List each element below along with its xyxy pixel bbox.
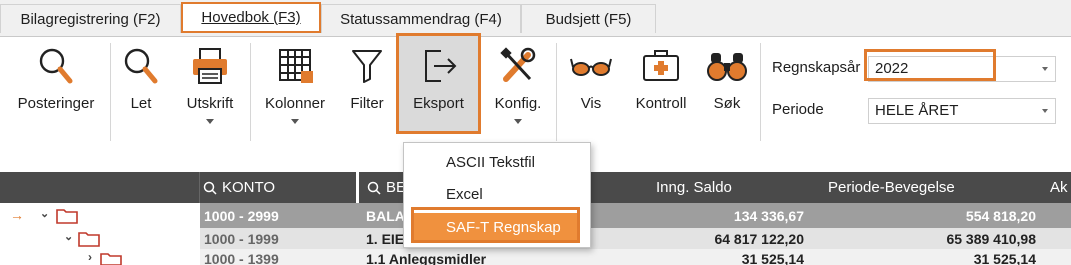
inng-saldo-cell: 31 525,14 [741, 251, 804, 265]
chevron-down-icon[interactable] [1042, 109, 1048, 113]
sok-button[interactable]: Søk [702, 37, 752, 137]
folder-icon [56, 209, 78, 224]
grid-header-tree [0, 172, 200, 203]
toolbar-separator [250, 43, 251, 141]
filter-funnel-icon [352, 50, 382, 83]
filter-button[interactable]: Filter [342, 37, 392, 137]
grid-header-periode-bevegelse[interactable]: Periode-Bevegelse [828, 172, 955, 203]
kontroll-label: Kontroll [635, 95, 687, 112]
chevron-down-icon[interactable]: ⌄ [64, 230, 73, 243]
magnifier-icon [39, 48, 73, 84]
binoculars-icon [707, 53, 747, 81]
chevron-down-icon [291, 119, 299, 124]
row-background [200, 228, 1071, 249]
chevron-down-icon[interactable] [1042, 67, 1048, 71]
vis-button[interactable]: Vis [562, 37, 620, 137]
eksport-label: Eksport [413, 95, 464, 112]
name-cell: 1.1 Anleggsmidler [366, 251, 487, 265]
name-cell: BALA [366, 208, 405, 224]
utskrift-button[interactable]: Utskrift [176, 37, 244, 137]
chevron-down-icon [514, 119, 522, 124]
let-label: Let [130, 95, 152, 112]
konto-cell: 1000 - 1999 [204, 231, 279, 247]
konfig-label: Konfig. [494, 95, 542, 112]
chevron-down-icon[interactable]: ⌄ [40, 207, 49, 220]
menu-item-excel[interactable]: Excel [404, 180, 590, 210]
tab-bar: Bilagregistrering (F2) Hovedbok (F3) Sta… [0, 0, 1071, 37]
period-value: HELE ÅRET [875, 102, 959, 119]
periode-bevegelse-cell: 31 525,14 [973, 251, 1036, 265]
toolbar-separator [110, 43, 111, 141]
period-select[interactable]: HELE ÅRET [868, 98, 1056, 124]
period-label: Periode [772, 101, 824, 118]
sok-label: Søk [713, 95, 741, 112]
grid-header-inng-saldo[interactable]: Inng. Saldo [656, 172, 732, 203]
grid-column-divider[interactable] [356, 172, 359, 203]
search-icon[interactable] [203, 181, 217, 195]
kolonner-button[interactable]: Kolonner [254, 37, 336, 137]
toolbar-separator [760, 43, 761, 141]
menu-item-ascii[interactable]: ASCII Tekstfil [404, 148, 590, 178]
current-row-arrow-icon: → [10, 207, 24, 223]
kontroll-button[interactable]: Kontroll [626, 37, 696, 137]
row-background [200, 203, 1071, 228]
inng-saldo-cell: 64 817 122,20 [714, 231, 804, 247]
tab-hovedbok[interactable]: Hovedbok (F3) [181, 2, 321, 33]
tree-cell [0, 203, 200, 228]
glasses-icon [570, 58, 612, 76]
printer-icon [193, 48, 227, 84]
folder-icon [78, 232, 100, 247]
year-highlight [864, 49, 996, 81]
magnifier-icon [124, 48, 158, 84]
grid-header-konto[interactable]: KONTO [222, 172, 275, 203]
grid-header-akkumulert[interactable]: Ak [1050, 172, 1068, 203]
chevron-right-icon[interactable]: › [88, 250, 92, 264]
konto-cell: 1000 - 2999 [204, 208, 279, 224]
konto-cell: 1000 - 1399 [204, 251, 279, 265]
tab-hovedbok-label: Hovedbok (F3) [201, 9, 301, 26]
table-row[interactable]: › 1000 - 1399 1.1 Anleggsmidler 31 525,1… [0, 249, 1071, 265]
konfig-button[interactable]: Konfig. [486, 37, 550, 137]
year-label: Regnskapsår [772, 59, 861, 76]
first-aid-kit-icon [643, 50, 679, 81]
inng-saldo-cell: 134 336,67 [733, 208, 804, 224]
name-cell: 1. EIE [366, 231, 405, 247]
row-background [200, 249, 1071, 265]
let-button[interactable]: Let [114, 37, 168, 137]
vis-label: Vis [580, 95, 602, 112]
posteringer-label: Posteringer [17, 95, 95, 112]
toolbar-separator [556, 43, 557, 141]
columns-grid-icon [279, 49, 313, 83]
tab-statussammendrag[interactable]: Statussammendrag (F4) [321, 4, 521, 33]
chevron-down-icon [206, 119, 214, 124]
eksport-button[interactable]: Eksport [399, 37, 478, 137]
export-arrow-icon [424, 50, 456, 82]
tools-icon [500, 47, 536, 82]
utskrift-label: Utskrift [186, 95, 234, 112]
folder-icon [100, 253, 122, 265]
saft-highlight [411, 207, 580, 243]
periode-bevegelse-cell: 554 818,20 [965, 208, 1036, 224]
periode-bevegelse-cell: 65 389 410,98 [946, 231, 1036, 247]
tab-bilagregistrering[interactable]: Bilagregistrering (F2) [0, 4, 181, 33]
posteringer-button[interactable]: Posteringer [4, 37, 108, 137]
search-icon[interactable] [367, 181, 381, 195]
kolonner-label: Kolonner [264, 95, 326, 112]
tab-budsjett[interactable]: Budsjett (F5) [521, 4, 656, 33]
filter-label: Filter [350, 95, 384, 112]
